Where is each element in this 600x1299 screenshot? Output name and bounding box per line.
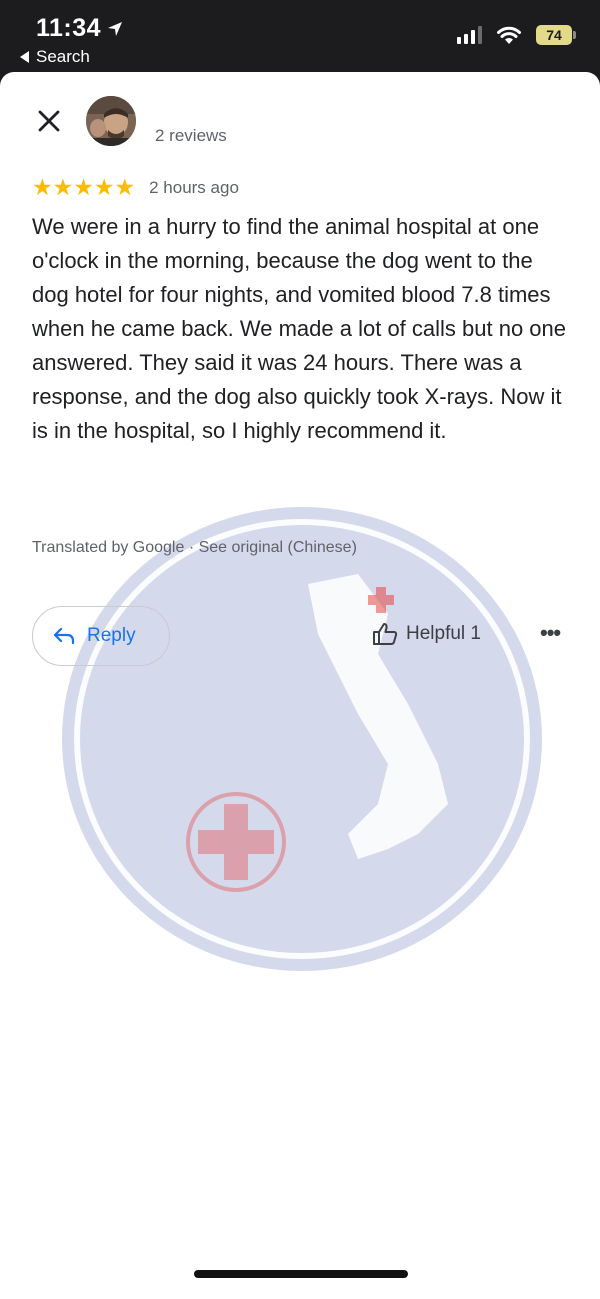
reviewer-avatar[interactable]	[86, 96, 136, 146]
cellular-signal-icon	[457, 26, 482, 44]
back-label: Search	[36, 47, 90, 66]
battery-indicator: 74	[536, 25, 576, 45]
review-time: 2 hours ago	[149, 177, 239, 197]
battery-level: 74	[546, 27, 562, 43]
status-indicators: 74	[457, 25, 576, 45]
translated-note[interactable]: Translated by Google · See original (Chi…	[32, 539, 357, 557]
wifi-icon	[497, 26, 521, 44]
reply-label: Reply	[87, 625, 136, 646]
status-time: 11:34	[36, 14, 123, 43]
review-sheet: 2 reviews ★★★★★ 2 hours ago We were in a…	[0, 72, 600, 1299]
helpful-button[interactable]: Helpful 1	[372, 622, 481, 646]
reply-arrow-icon	[53, 627, 75, 645]
watermark-logo	[62, 507, 542, 971]
helpful-label: Helpful 1	[406, 623, 481, 644]
star-rating-icon: ★★★★★	[32, 174, 136, 200]
rating-row: ★★★★★ 2 hours ago	[32, 174, 239, 201]
close-icon[interactable]	[34, 106, 64, 136]
more-options-button[interactable]: •••	[540, 620, 561, 646]
home-indicator[interactable]	[194, 1270, 408, 1278]
avatar-photo	[86, 96, 136, 146]
clock-text: 11:34	[36, 14, 102, 42]
back-triangle-icon	[20, 51, 29, 63]
reply-button[interactable]: Reply	[32, 606, 170, 666]
back-to-search[interactable]: Search	[20, 47, 90, 67]
location-arrow-icon	[108, 21, 123, 36]
review-text: We were in a hurry to find the animal ho…	[32, 214, 567, 443]
thumbs-up-icon	[373, 623, 398, 645]
status-bar: 11:34 Search 74	[0, 0, 600, 74]
reviewer-review-count: 2 reviews	[155, 126, 227, 145]
